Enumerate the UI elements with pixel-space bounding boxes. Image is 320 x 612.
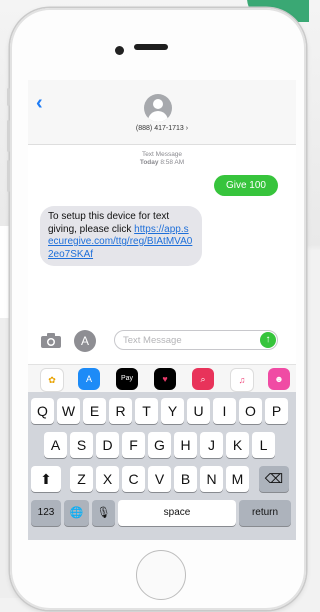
contact-avatar[interactable] [144, 94, 172, 122]
space-key[interactable]: space [118, 500, 236, 526]
key-k[interactable]: K [226, 432, 249, 458]
key-w[interactable]: W [57, 398, 80, 424]
key-m[interactable]: M [226, 466, 249, 492]
return-key[interactable]: return [239, 500, 291, 526]
shift-key[interactable]: ⬆ [31, 466, 61, 492]
delete-key[interactable]: ⌫ [259, 466, 289, 492]
key-p[interactable]: P [265, 398, 288, 424]
photos-app-icon[interactable]: ✿ [40, 368, 64, 392]
key-o[interactable]: O [239, 398, 262, 424]
key-f[interactable]: F [122, 432, 145, 458]
music-icon[interactable]: ♫ [230, 368, 254, 392]
message-input-bar: A Text Message ↑ [28, 328, 296, 356]
key-y[interactable]: Y [161, 398, 184, 424]
back-chevron-icon[interactable]: ‹ [36, 92, 43, 115]
key-n[interactable]: N [200, 466, 223, 492]
outgoing-message-bubble: Give 100 [213, 175, 278, 196]
home-button[interactable] [136, 550, 186, 600]
send-arrow-icon[interactable]: ↑ [260, 332, 276, 348]
keyboard: Q W E R T Y U I O P A S D F G H J K L ⬆ … [28, 392, 296, 540]
key-s[interactable]: S [70, 432, 93, 458]
key-e[interactable]: E [83, 398, 106, 424]
key-z[interactable]: Z [70, 466, 93, 492]
key-r[interactable]: R [109, 398, 132, 424]
app-store-app-icon[interactable]: A [78, 368, 100, 390]
volume-up-button [7, 120, 10, 152]
key-t[interactable]: T [135, 398, 158, 424]
key-a[interactable]: A [44, 432, 67, 458]
image-search-icon[interactable]: ⌕ [192, 368, 214, 390]
volume-down-button [7, 160, 10, 192]
message-timestamp: Text Message Today 8:58 AM [139, 151, 185, 166]
front-camera [115, 46, 124, 55]
phone-screen: ‹ (888) 417-1713 › Text Message Today 8:… [28, 80, 296, 540]
numbers-key[interactable]: 123 [31, 500, 61, 526]
key-v[interactable]: V [148, 466, 171, 492]
app-store-icon[interactable]: A [74, 330, 96, 352]
chevron-right-icon: › [185, 125, 189, 132]
microphone-key[interactable]: 🎙 [92, 500, 115, 526]
key-i[interactable]: I [213, 398, 236, 424]
key-b[interactable]: B [174, 466, 197, 492]
key-d[interactable]: D [96, 432, 119, 458]
mute-switch [7, 88, 10, 106]
key-j[interactable]: J [200, 432, 223, 458]
camera-icon[interactable] [40, 333, 62, 349]
globe-key[interactable]: 🌐 [64, 500, 89, 526]
digital-touch-icon[interactable]: ♥ [154, 368, 176, 390]
message-text-field[interactable]: Text Message [114, 330, 278, 350]
key-q[interactable]: Q [31, 398, 54, 424]
key-c[interactable]: C [122, 466, 145, 492]
key-u[interactable]: U [187, 398, 210, 424]
key-g[interactable]: G [148, 432, 171, 458]
conversation-header: ‹ (888) 417-1713 › [28, 80, 296, 145]
imessage-app-strip: ✿ A Pay ♥ ⌕ ♫ ☻ [28, 364, 296, 393]
incoming-message-bubble: To setup this device for text giving, pl… [40, 206, 202, 266]
key-l[interactable]: L [252, 432, 275, 458]
key-h[interactable]: H [174, 432, 197, 458]
animoji-icon[interactable]: ☻ [268, 368, 290, 390]
contact-number[interactable]: (888) 417-1713 › [28, 125, 296, 132]
apple-pay-icon[interactable]: Pay [116, 368, 138, 390]
earpiece-speaker [134, 44, 168, 50]
key-x[interactable]: X [96, 466, 119, 492]
